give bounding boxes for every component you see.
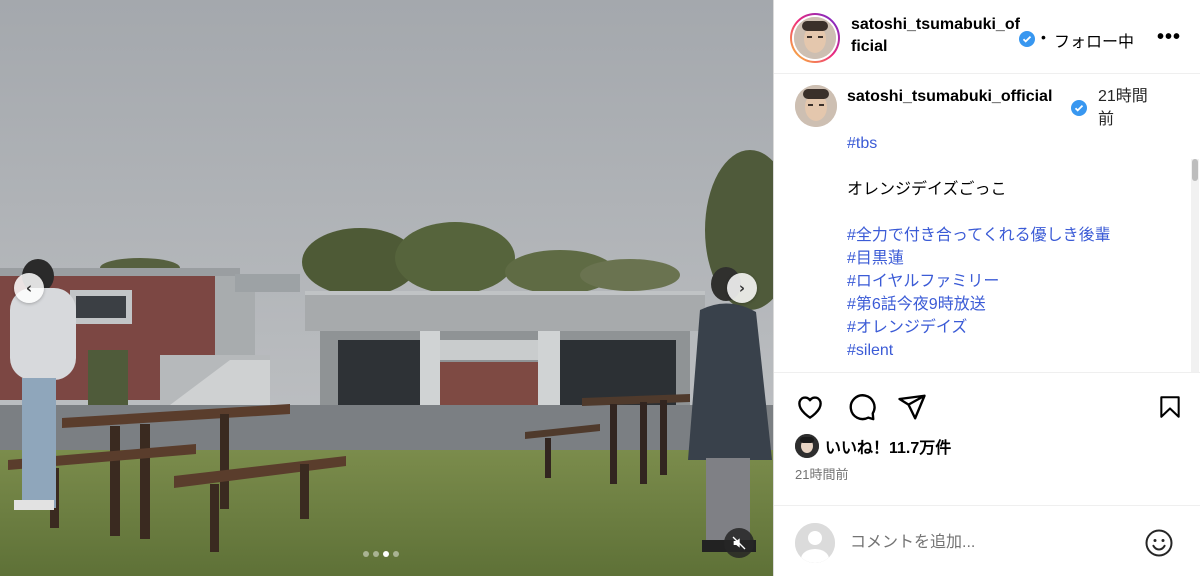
hashtag-link[interactable]: #目黒蓮 [847,247,1177,270]
save-button[interactable] [1154,391,1186,423]
scrollbar-thumb[interactable] [1192,159,1198,181]
post-side-panel: satoshi_tsumabuki_official • フォロー中 ••• s… [773,0,1200,576]
caption-line [847,201,1177,224]
caption-username[interactable]: satoshi_tsumabuki_official [847,85,1073,108]
media-video-frame [0,0,773,576]
hashtag-link[interactable]: #tbs [847,132,1177,155]
smiley-icon[interactable] [1144,528,1174,558]
hashtag-link[interactable]: #ロイヤルファミリー [847,270,1177,293]
current-user-avatar [795,523,835,563]
carousel-dot [373,551,379,557]
post-actions: いいね！11.7万件 21時間前 [774,372,1200,576]
author-username[interactable]: satoshi_tsumabuki_official [851,14,1021,58]
post-timestamp[interactable]: 21時間前 [795,464,848,483]
caption-area: satoshi_tsumabuki_official 21時間前 #tbs オレン… [774,75,1200,372]
carousel-indicator [363,551,399,557]
speaker-muted-icon [732,536,746,550]
carousel-prev-button[interactable]: ‹ [14,273,44,303]
author-avatar-story-ring[interactable] [790,13,840,63]
hashtag-link[interactable]: #silent [847,339,1177,362]
share-button[interactable] [896,391,928,423]
separator-dot: • [1041,29,1046,45]
verified-badge-icon [1071,100,1087,116]
carousel-dot [383,551,389,557]
following-button[interactable]: フォロー中 [1054,28,1134,52]
bookmark-icon [1160,396,1180,418]
post-header: satoshi_tsumabuki_official • フォロー中 ••• [774,0,1200,74]
caption-timestamp[interactable]: 21時間前 [1098,85,1158,131]
like-button[interactable] [794,391,826,423]
post-media[interactable]: ‹ › [0,0,773,576]
carousel-next-button[interactable]: › [727,273,757,303]
carousel-dot [363,551,369,557]
caption-text: #tbs オレンジデイズごっこ #全力で付き合ってくれる優しき後輩 #目黒蓮 #ロイヤル… [847,132,1177,362]
verified-badge-icon [1019,31,1035,47]
paper-plane-icon [898,394,926,420]
liker-avatar [795,434,819,458]
hashtag-link[interactable]: #第6話今夜9時放送 [847,293,1177,316]
caption-line [847,155,1177,178]
comment-bubble-icon [849,394,876,421]
chevron-right-icon: › [738,279,746,297]
heart-icon [798,396,822,419]
likes-count[interactable]: いいね！11.7万件 [825,434,951,458]
comment-input[interactable] [850,530,1130,556]
hashtag-link[interactable]: #全力で付き合ってくれる優しき後輩 [847,224,1177,247]
avatar [794,17,836,59]
more-horizontal-icon[interactable]: ••• [1157,27,1181,47]
likes-summary[interactable]: いいね！11.7万件 [795,434,951,458]
carousel-dot [393,551,399,557]
chevron-left-icon: ‹ [25,279,33,297]
comment-button[interactable] [846,391,878,423]
caption-scrollbar[interactable] [1191,159,1199,372]
mute-toggle-button[interactable] [724,528,754,558]
comment-composer [774,505,1200,576]
avatar[interactable] [795,85,837,127]
hashtag-link[interactable]: #オレンジデイズ [847,316,1177,339]
caption-line: オレンジデイズごっこ [847,181,1007,198]
